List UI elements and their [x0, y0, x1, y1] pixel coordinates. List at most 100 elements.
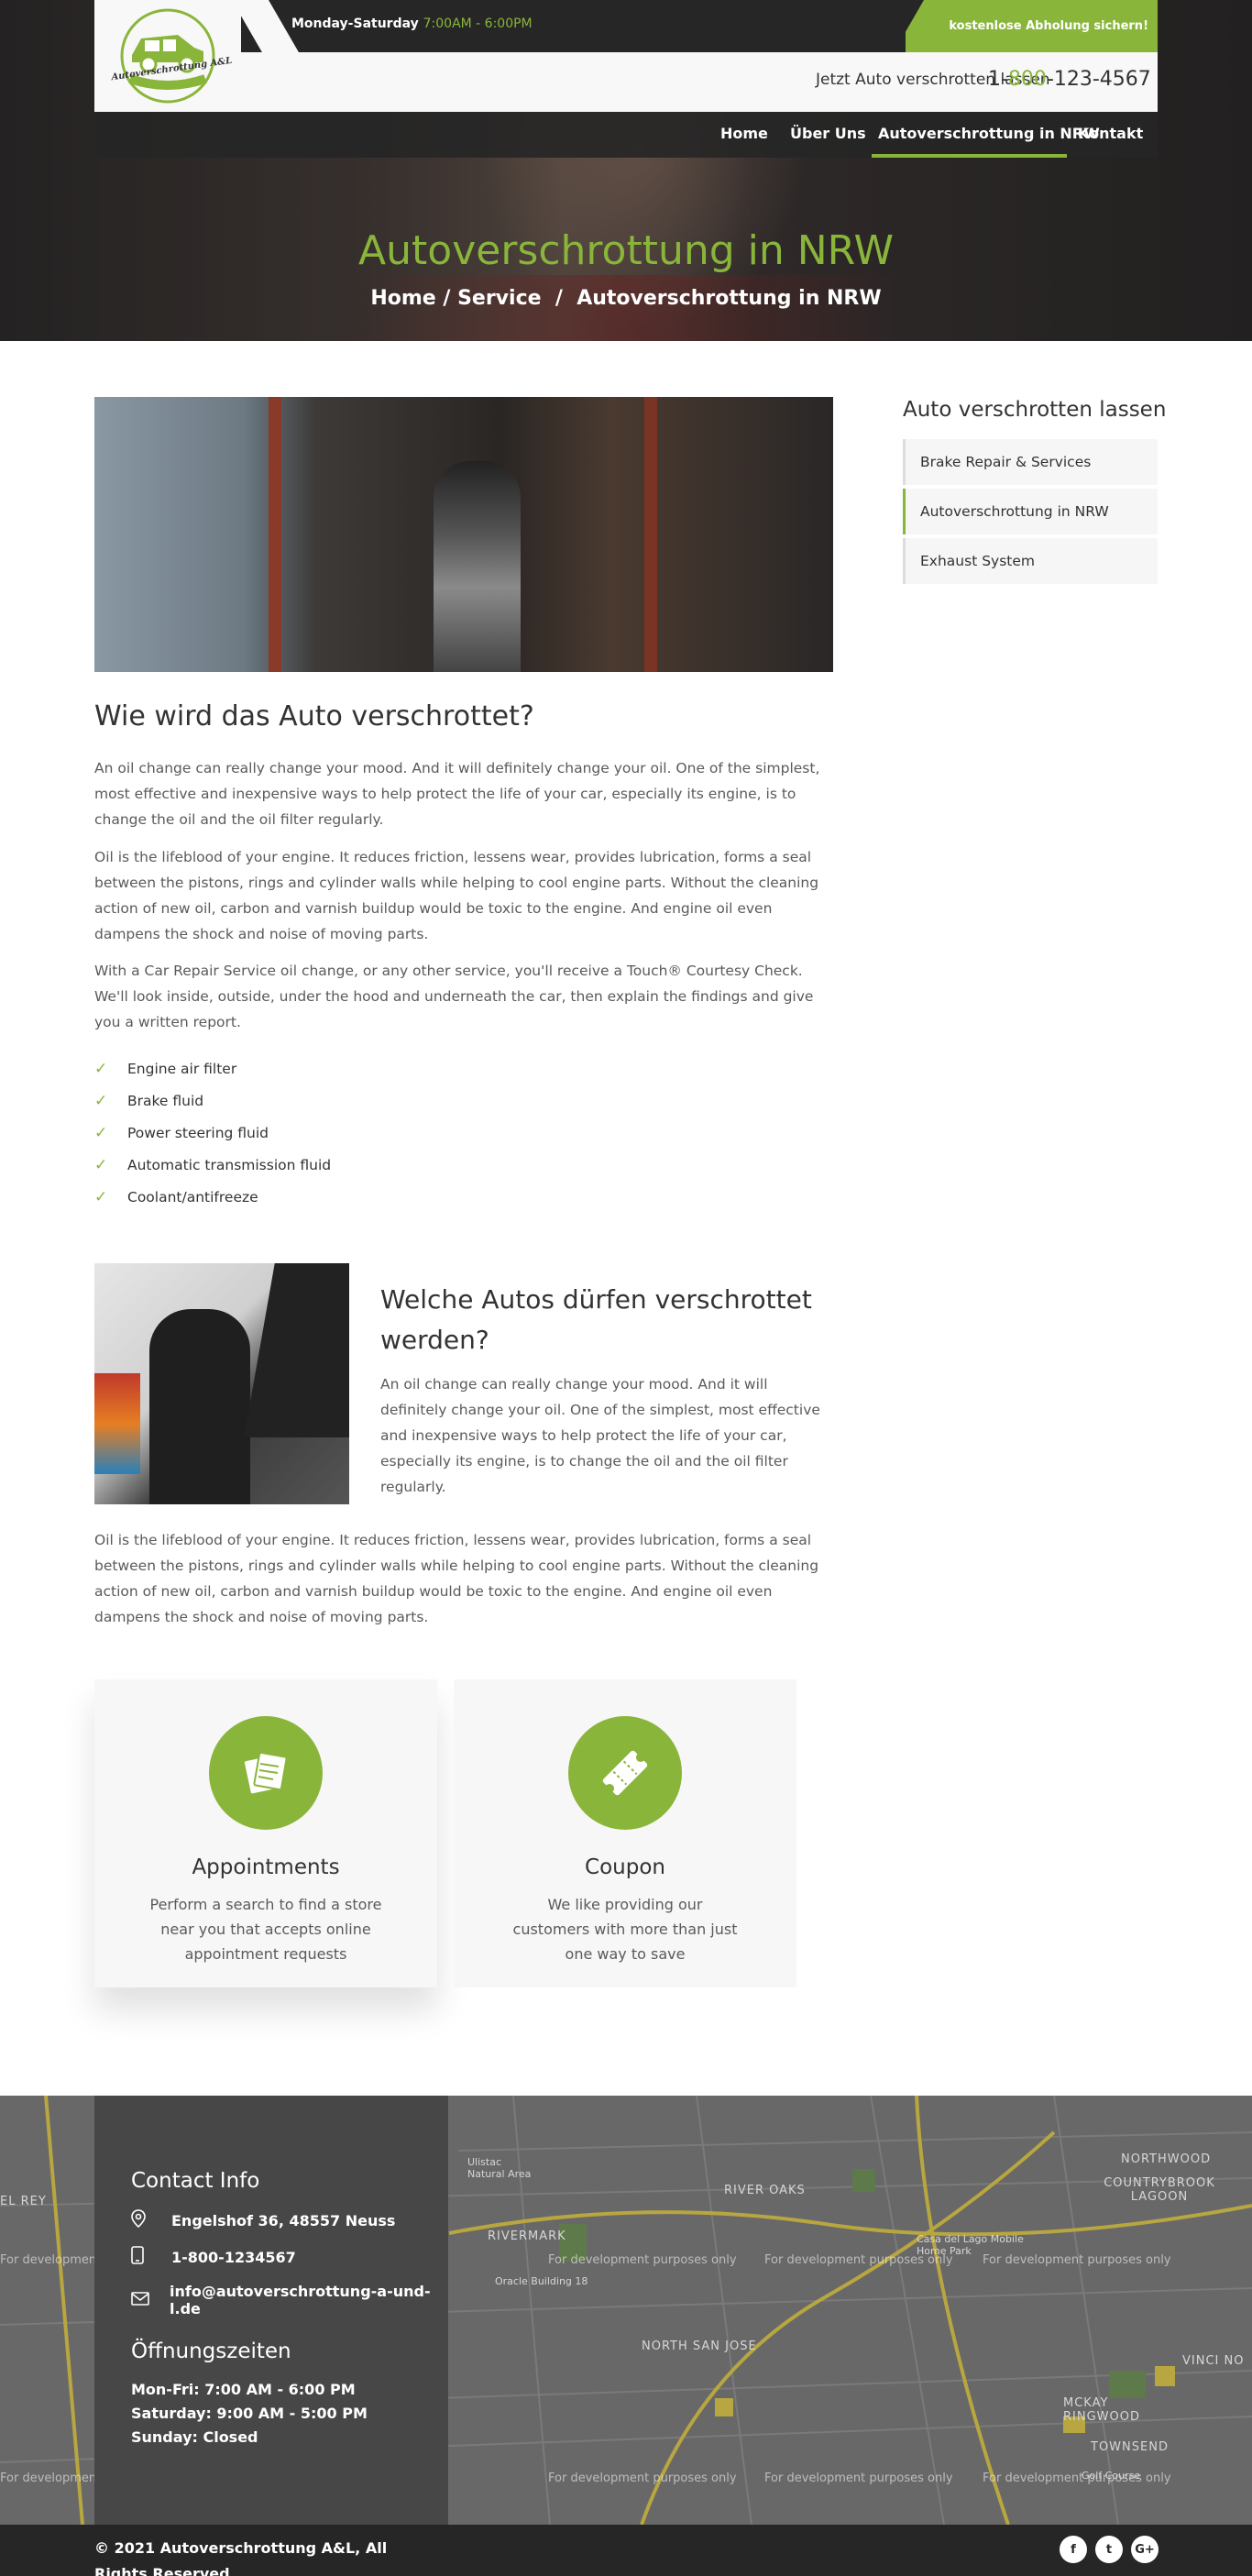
card-description: Perform a search to find a store near yo… [149, 1896, 382, 1963]
mechanic-figure [149, 1309, 250, 1504]
hours-line: Sunday: Closed [131, 2428, 258, 2446]
contact-panel: Contact Info Engelshof 36, 48557 Neuss 1… [94, 2096, 448, 2525]
mechanic-figure [434, 461, 521, 672]
list-item-label: Coolant/antifreeze [127, 1188, 258, 1205]
map-label: Casa del Lago Mobile Home Park [917, 2233, 1024, 2257]
nav-about[interactable]: Über Uns [790, 125, 866, 142]
map-label: TOWNSEND [1091, 2440, 1169, 2454]
facebook-icon[interactable]: f [1060, 2536, 1087, 2563]
nav-autoverschrottung[interactable]: Autoverschrottung in NRW [878, 125, 1100, 142]
list-item: ✓ Coolant/antifreeze [94, 1181, 553, 1213]
list-item-label: Brake fluid [127, 1092, 204, 1109]
list-item-label: Power steering fluid [127, 1124, 269, 1141]
check-icon: ✓ [94, 1091, 108, 1110]
main-nav: Home Über Uns Autoverschrottung in NRW K… [94, 112, 1158, 158]
mechanic-photo [94, 1263, 349, 1504]
map-label: Golf Course [1082, 2470, 1141, 2482]
copyright: © 2021 Autoverschrottung A&L, All Rights… [94, 2539, 388, 2576]
sidebar-item-autoverschrottung[interactable]: Autoverschrottung in NRW [903, 489, 1158, 534]
lift-post [644, 397, 657, 672]
coupon-card[interactable]: Coupon We like providing our customers w… [454, 1679, 796, 1987]
garage-photo [94, 397, 833, 672]
breadcrumb[interactable]: Home / Service / Autoverschrottung in NR… [0, 287, 1252, 310]
top-bar: Monday-Saturday 7:00AM - 6:00PM kostenlo… [232, 0, 1158, 52]
phone-prefix: 1- [988, 68, 1008, 91]
map-watermark: For development purposes only [548, 2471, 737, 2485]
nav-home[interactable]: Home [720, 125, 768, 142]
twitter-icon[interactable]: t [1095, 2536, 1123, 2563]
card-title: Coupon [585, 1855, 665, 1879]
checklist: ✓ Engine air filter ✓ Brake fluid ✓ Power s… [94, 1052, 553, 1213]
footer-bottom-bar: © 2021 Autoverschrottung A&L, All Rights… [0, 2525, 1252, 2576]
paragraph: An oil change can really change your moo… [94, 760, 820, 828]
section-heading: Wie wird das Auto verschrottet? [94, 700, 534, 732]
map-label: MCKAY RINGWOOD [1063, 2396, 1140, 2424]
topbar-slant [232, 0, 299, 52]
map-label: EL REY [0, 2195, 47, 2208]
ticket-icon [602, 1750, 648, 1796]
hours-label: Monday-Saturday [291, 17, 419, 31]
card-description: We like providing our customers with mor… [512, 1896, 738, 1963]
card-icon-circle [209, 1716, 323, 1830]
list-item: ✓ Automatic transmission fluid [94, 1149, 553, 1181]
contact-phone[interactable]: 1-800-1234567 [131, 2246, 296, 2268]
hours-title: Öffnungszeiten [131, 2339, 291, 2363]
check-icon: ✓ [94, 1123, 108, 1142]
logo-car-icon [120, 8, 215, 104]
map-watermark: For development purposes only [983, 2471, 1171, 2485]
mail-icon [131, 2291, 170, 2309]
google-plus-icon[interactable]: G+ [1131, 2536, 1159, 2563]
contact-email[interactable]: info@autoverschrottung-a-und-l.de [131, 2283, 448, 2317]
map-label: Ulistac Natural Area [467, 2156, 532, 2180]
phone-text: 1-800-1234567 [171, 2248, 296, 2266]
map-label: RIVERMARK [488, 2229, 566, 2243]
phone-green: 800 [1007, 68, 1047, 91]
card-title: Appointments [192, 1855, 340, 1879]
phone-icon [131, 2246, 171, 2268]
appointments-card[interactable]: Appointments Perform a search to find a … [94, 1679, 437, 1987]
list-item: ✓ Engine air filter [94, 1052, 553, 1084]
contact-bar: Jetzt Auto verschrotten lassen 1-800-123… [241, 52, 1158, 112]
car-hood [244, 1263, 349, 1437]
logo[interactable]: Autoverschrottung A&L [94, 0, 241, 112]
nav-contact[interactable]: Kontakt [1078, 125, 1143, 142]
sidebar-title: Auto verschrotten lassen [903, 398, 1167, 422]
hours-line: Mon-Fri: 7:00 AM - 6:00 PM [131, 2381, 356, 2398]
shelf [94, 1373, 140, 1474]
paragraph: Oil is the lifeblood of your engine. It … [94, 1532, 819, 1625]
address-text: Engelshof 36, 48557 Neuss [171, 2211, 396, 2229]
email-text: info@autoverschrottung-a-und-l.de [170, 2283, 431, 2317]
pickup-button[interactable]: kostenlose Abholung sichern! [857, 0, 1158, 52]
opening-hours: Monday-Saturday 7:00AM - 6:00PM [291, 17, 533, 31]
notes-icon [244, 1751, 288, 1794]
map-label: COUNTRYBROOK LAGOON [1104, 2176, 1215, 2204]
check-icon: ✓ [94, 1059, 108, 1078]
site-header: Autoverschrottung A&L Monday-Saturday 7:… [94, 0, 1158, 112]
contact-title: Contact Info [131, 2169, 260, 2193]
pickup-label: kostenlose Abholung sichern! [949, 19, 1148, 33]
list-item-label: Automatic transmission fluid [127, 1156, 332, 1173]
section-heading: Welche Autos dürfen verschrottet werden? [380, 1284, 812, 1355]
map-label: RIVER OAKS [724, 2184, 806, 2197]
sidebar-item-brake-repair[interactable]: Brake Repair & Services [903, 439, 1158, 485]
list-item: ✓ Power steering fluid [94, 1117, 553, 1149]
nav-active-indicator [872, 154, 1067, 158]
page-title: Autoverschrottung in NRW [358, 227, 894, 274]
pickup-slant [857, 0, 924, 52]
header-phone[interactable]: 1-800-123-4567 [988, 68, 1151, 91]
paragraph: An oil change can really change your moo… [380, 1376, 820, 1495]
check-icon: ✓ [94, 1187, 108, 1206]
map-label: NORTH SAN JOSE [642, 2339, 757, 2353]
hours-time: 7:00AM - 6:00PM [423, 17, 533, 31]
list-item: ✓ Brake fluid [94, 1084, 553, 1117]
check-icon: ✓ [94, 1155, 108, 1174]
paragraph: Oil is the lifeblood of your engine. It … [94, 849, 819, 942]
paragraph: With a Car Repair Service oil change, or… [94, 963, 814, 1030]
location-pin-icon [131, 2209, 171, 2231]
card-icon-circle [568, 1716, 682, 1830]
sidebar-item-exhaust[interactable]: Exhaust System [903, 538, 1158, 584]
map-watermark: For development purposes only [764, 2471, 953, 2485]
contact-address: Engelshof 36, 48557 Neuss [131, 2209, 395, 2231]
phone-rest: -123-4567 [1046, 68, 1151, 91]
map-label: VINCI NO [1182, 2354, 1245, 2368]
